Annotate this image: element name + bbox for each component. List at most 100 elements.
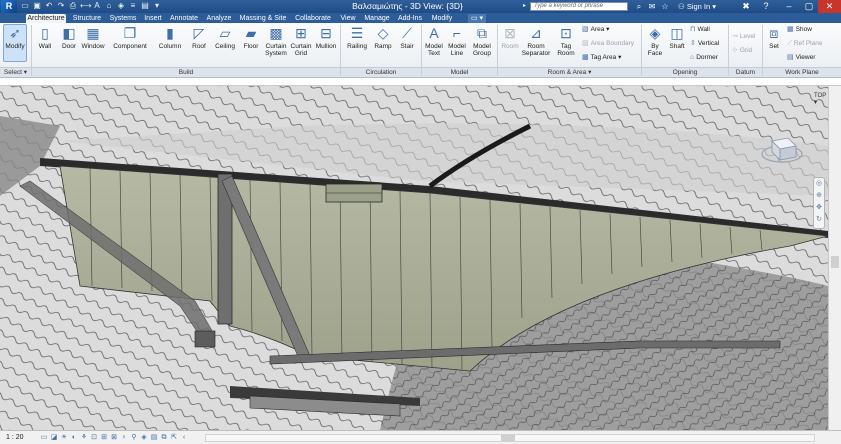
curtain-system-button[interactable]: ▩ Curtain System (264, 25, 288, 57)
subscription-icon[interactable]: ✉ (647, 1, 657, 12)
roof-button[interactable]: ◸ Roof (188, 25, 210, 50)
3d-view-icon[interactable]: ⌂ (104, 1, 114, 11)
steering-wheel-icon[interactable]: ◎ (814, 178, 824, 190)
tab-massing-site[interactable]: Massing & Site (238, 14, 288, 23)
tab-systems[interactable]: Systems (108, 14, 138, 23)
model-group-button[interactable]: ⧉ Model Group (469, 25, 495, 57)
undo-icon[interactable]: ↶ (44, 1, 54, 11)
close-hidden-icon[interactable]: ▤ (140, 1, 150, 11)
measure-icon[interactable]: ⟷ (80, 1, 91, 11)
text-icon[interactable]: A (92, 1, 102, 11)
sun-path-icon[interactable]: ☀ (60, 433, 68, 443)
chevron-left-icon[interactable]: ‹ (180, 433, 188, 443)
temp-view-props-icon[interactable]: ▤ (150, 433, 158, 443)
viewcube-menu[interactable]: TOP ▾ (814, 93, 828, 106)
redo-icon[interactable]: ↷ (56, 1, 66, 11)
door-button[interactable]: ◧ Door (58, 25, 80, 50)
shadows-icon[interactable]: ◐ (70, 433, 78, 443)
thin-lines-icon[interactable]: ≡ (128, 1, 138, 11)
3d-viewport[interactable]: TOP ▾ (0, 86, 828, 430)
curtain-grid-button[interactable]: ⊞ Curtain Grid (289, 25, 313, 57)
room-button[interactable]: ⊠ Room (499, 25, 521, 50)
tab-view[interactable]: View (338, 14, 358, 23)
switch-windows-icon[interactable]: ▾ (152, 1, 162, 11)
tab-structure[interactable]: Structure (70, 14, 104, 23)
crop-view-icon[interactable]: ⊡ (90, 433, 98, 443)
rendering-icon[interactable]: ⚘ (80, 433, 88, 443)
model-line-button[interactable]: ⌐ Model Line (446, 25, 468, 57)
set-work-plane-button[interactable]: ⧈ Set (764, 25, 784, 50)
section-icon[interactable]: ◈ (116, 1, 126, 11)
level-button[interactable]: ⊸ Level (732, 33, 755, 41)
room-area-panel-dropdown[interactable]: Room & Area ▾ (498, 67, 641, 77)
tab-modify[interactable]: Modify (428, 14, 456, 23)
shaft-button[interactable]: ◫ Shaft (666, 25, 688, 50)
revit-logo-icon[interactable]: R (1, 0, 17, 13)
tab-add-ins[interactable]: Add-Ins (396, 14, 424, 23)
analytical-model-icon[interactable]: ⧉ (160, 433, 168, 443)
tab-manage[interactable]: Manage (362, 14, 392, 23)
wall-opening-button[interactable]: ⊓ Wall (690, 26, 710, 34)
highlight-displacement-icon[interactable]: ⇱ (170, 433, 178, 443)
favorites-star-icon[interactable]: ☆ (660, 1, 670, 12)
area-button[interactable]: ▧ Area ▾ (582, 26, 609, 34)
tab-annotate[interactable]: Annotate (168, 14, 200, 23)
open-icon[interactable]: ▭ (20, 1, 30, 11)
horizontal-scroll-thumb[interactable] (501, 435, 515, 441)
dormer-button[interactable]: ⌂ Dormer (690, 54, 718, 62)
tab-architecture[interactable]: Architecture (26, 14, 66, 23)
view-scale[interactable]: 1 : 20 (6, 433, 24, 443)
binoculars-icon[interactable]: ⌕ (634, 1, 644, 12)
ribbon-minimize-toggle[interactable]: ▭ ▾ (468, 14, 486, 23)
show-crop-icon[interactable]: ⊞ (100, 433, 108, 443)
close-button[interactable]: ✕ (818, 0, 841, 13)
tag-area-button[interactable]: ▩ Tag Area ▾ (582, 54, 621, 62)
exchange-apps-icon[interactable]: ✖ (735, 0, 757, 13)
wall-button[interactable]: ▯ Wall (34, 25, 56, 50)
show-work-plane-button[interactable]: ▦ Show (787, 26, 812, 34)
tab-collaborate[interactable]: Collaborate (292, 14, 334, 23)
pan-icon[interactable]: ✥ (814, 202, 824, 214)
ramp-button[interactable]: ◇ Ramp (372, 25, 394, 50)
vertical-opening-button[interactable]: ⇳ Vertical (690, 40, 719, 48)
reveal-hidden-icon[interactable]: ⚲ (130, 433, 138, 443)
tab-analyze[interactable]: Analyze (204, 14, 234, 23)
detail-level-icon[interactable]: ▭ (40, 433, 48, 443)
maximize-button[interactable]: ▢ (798, 0, 820, 13)
area-boundary-button[interactable]: ▨ Area Boundary (582, 40, 634, 48)
tag-room-button[interactable]: ⊡ Tag Room (553, 25, 579, 57)
worksharing-icon[interactable]: ◈ (140, 433, 148, 443)
vertical-scrollbar[interactable] (828, 86, 841, 430)
tab-insert[interactable]: Insert (141, 14, 165, 23)
visual-style-icon[interactable]: ◪ (50, 433, 58, 443)
search-input[interactable]: Type a keyword or phrase (530, 2, 628, 11)
railing-button[interactable]: ☰ Railing (344, 25, 370, 50)
stair-button[interactable]: ⟋ Stair (396, 25, 418, 50)
save-icon[interactable]: ▣ (32, 1, 42, 11)
grid-button[interactable]: ⊹ Grid (732, 47, 752, 55)
vertical-scroll-thumb[interactable] (831, 256, 839, 268)
lock-view-icon[interactable]: ⊠ (110, 433, 118, 443)
select-panel-dropdown[interactable]: Select ▾ (0, 67, 31, 77)
zoom-icon[interactable]: ⊕ (814, 190, 824, 202)
floor-button[interactable]: ▰ Floor (240, 25, 262, 50)
ceiling-button[interactable]: ▱ Ceiling (212, 25, 238, 50)
minimize-button[interactable]: – (778, 0, 800, 13)
orbit-icon[interactable]: ↻ (814, 214, 824, 226)
by-face-button[interactable]: ◈ By Face (644, 25, 666, 57)
component-button[interactable]: ❐ Component (110, 25, 150, 50)
sign-in-button[interactable]: ⚇ Sign In ▾ (678, 0, 716, 13)
window-button[interactable]: ▦ Window (80, 25, 106, 50)
modify-button[interactable]: ➶ Modify (3, 24, 27, 62)
horizontal-scrollbar[interactable] (205, 434, 815, 442)
mullion-button[interactable]: ⊟ Mullion (313, 25, 339, 50)
column-button[interactable]: ▮ Column (156, 25, 184, 50)
temporary-hide-icon[interactable]: ♀ (120, 433, 128, 443)
help-icon[interactable]: ? (755, 0, 777, 13)
model-text-button[interactable]: A Model Text (423, 25, 445, 57)
print-icon[interactable]: ⎙ (68, 1, 78, 11)
chevron-right-icon[interactable]: ▸ (523, 2, 529, 11)
room-separator-button[interactable]: ⊿ Room Separator (521, 25, 551, 57)
ref-plane-button[interactable]: ⟋ Ref Plane (787, 40, 822, 48)
viewer-button[interactable]: ▤ Viewer (787, 54, 815, 62)
